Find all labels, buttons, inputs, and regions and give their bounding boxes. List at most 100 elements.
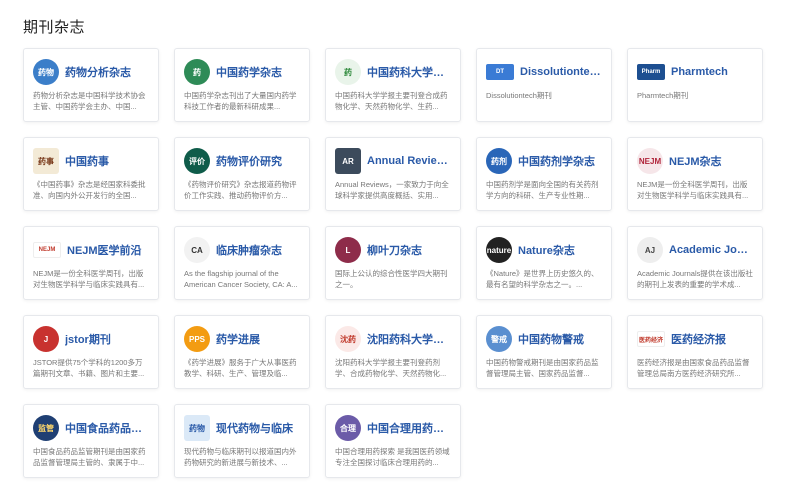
journal-description: 《药学进展》服务于广大从事医药教学、科研、生产、管理及临... [184,358,297,378]
journal-description: 中国药科大学学报主要刊登合成药物化学、天然药物化学、生药... [335,91,448,111]
journal-card[interactable]: AR Annual Reviews... Annual Reviews，一家致力于向… [325,137,461,211]
cpu-emblem-icon: 药 [335,59,361,85]
journal-title[interactable]: 沈阳药科大学学报 [367,331,451,347]
journal-title[interactable]: Academic Journ... [669,244,753,256]
journal-description: 中国食品药品监管期刊是由国家药品监督管理局主管的、隶属于中... [33,447,146,467]
journal-description: 沈阳药科大学学报主要刊登药剂学、合成药物化学、天然药物化... [335,358,447,378]
journal-card-header: 药物 药物分析杂志 [33,58,149,86]
journal-card[interactable]: NEJM NEJM杂志 NEJM是一份全科医学周刊，出版对生物医学科学与临床实践具有… [627,137,763,211]
yaowu-fenxi-logo-icon: 药物 [33,59,59,85]
journal-card[interactable]: 沈药 沈阳药科大学学报沈阳药科大学学报主要刊登药剂学、合成药物化学、天然药物化..… [325,315,461,389]
modern-drugs-logo-icon: 药物 [184,415,210,441]
journal-card[interactable]: 医药经济 医药经济报 医药经济报是由国家食品药品监督管理总局南方医药经济研究所... [627,315,763,389]
journal-card[interactable]: 药物 药物分析杂志 药物分析杂志是中国科学技术协会主管、中国药学会主办、中国... [23,48,159,122]
journal-card-header: Pharm Pharmtech [637,58,753,86]
zhongguo-yaoshi-logo-icon: 药事 [33,148,59,174]
journal-card-header: NEJM NEJM医学前沿 [33,236,149,264]
zhongguo-yaoxue-logo-icon: 药 [184,59,210,85]
journal-title[interactable]: NEJM医学前沿 [67,242,142,258]
journal-description: 现代药物与临床期刊以报道国内外药物研究的新进展与新技术、... [184,447,297,467]
journal-title[interactable]: 药学进展 [216,331,260,347]
nejm-emblem-icon: NEJM [637,148,663,174]
journal-title[interactable]: jstor期刊 [65,331,111,347]
journal-description: 中国药物警戒期刊是由国家药品监督管理局主管、国家药品监督... [486,358,599,378]
journal-card-header: 沈药 沈阳药科大学学报 [335,325,451,353]
journal-card-header: 药事 中国药事 [33,147,149,175]
journal-card[interactable]: PPS 药学进展《药学进展》服务于广大从事医药教学、科研、生产、管理及临... [174,315,310,389]
journal-title[interactable]: 现代药物与临床 [216,420,293,436]
nejm-frontier-logo-icon: NEJM [33,242,61,258]
journal-card[interactable]: NEJM NEJM医学前沿 NEJM是一份全科医学周刊，出版对生物医学科学与临床实践… [23,226,159,300]
journal-card-header: 医药经济 医药经济报 [637,325,753,353]
journal-card[interactable]: 药物 现代药物与临床现代药物与临床期刊以报道国内外药物研究的新进展与新技术、... [174,404,310,478]
journal-card[interactable]: AJ Academic Journ... Academic Journals提供在该… [627,226,763,300]
journal-card[interactable]: 评价 药物评价研究《药物评价研究》杂志报道药物评价工作实践、推动药物评价方... [174,137,310,211]
journal-title[interactable]: NEJM杂志 [669,153,722,169]
journal-title[interactable]: 药物评价研究 [216,153,282,169]
journal-title[interactable]: 中国药科大学学报 [367,64,451,80]
journal-card[interactable]: 合理 中国合理用药探索 中国合理用药探索 是我国医药领域专注全国探讨临床合理用药的.… [325,404,461,478]
journal-description: 《药物评价研究》杂志报道药物评价工作实践、推动药物评价方... [184,180,297,200]
journal-description: 国际上公认的综合性医学四大期刊之一。 [335,269,448,289]
journal-card-header: Jjstor期刊 [33,325,149,353]
journal-card-header: PPS 药学进展 [184,325,300,353]
yaowu-pingjia-logo-icon: 评价 [184,148,210,174]
journal-card[interactable]: Pharm Pharmtech Pharmtech期刊 [627,48,763,122]
journal-title[interactable]: 中国食品药品监管 [65,420,149,436]
journal-card[interactable]: DT Dissolutiontech Dissolutiontech期刊 [476,48,612,122]
journal-card-header: AJ Academic Journ... [637,236,753,264]
journal-card[interactable]: 警戒 中国药物警戒中国药物警戒期刊是由国家药品监督管理局主管、国家药品监督... [476,315,612,389]
journal-grid: 药物 药物分析杂志 药物分析杂志是中国科学技术协会主管、中国药学会主办、中国... 药… [23,48,763,478]
journal-description: 中国药剂学是面向全国的有关药剂学方向的科研、生产专业性期... [486,180,599,200]
journal-description: NEJM是一份全科医学周刊，出版对生物医学科学与临床实践具有... [637,180,749,200]
journal-title[interactable]: 药物分析杂志 [65,64,131,80]
journal-title[interactable]: Dissolutiontech [520,66,602,78]
rational-drug-use-logo-icon: 合理 [335,415,361,441]
journal-title[interactable]: 中国合理用药探索 [367,420,451,436]
journal-description: Annual Reviews，一家致力于向全球科学家提供高度概括、实用... [335,180,449,200]
journal-title[interactable]: 柳叶刀杂志 [367,242,422,258]
journal-title[interactable]: Annual Reviews... [367,155,451,167]
journal-title[interactable]: 临床肿瘤杂志 [216,242,282,258]
journal-title[interactable]: Pharmtech [671,66,728,78]
journal-card[interactable]: 药中国药学杂志中国药学杂志刊出了大量国内药学科技工作者的最新科研成果... [174,48,310,122]
journal-title[interactable]: 中国药剂学杂志 [518,153,595,169]
journal-description: As the flagship journal of the American … [184,269,298,289]
journal-card-header: NEJM NEJM杂志 [637,147,753,175]
journal-card[interactable]: nature Nature杂志《Nature》是世界上历史悠久的、最有名望的科学杂… [476,226,612,300]
journal-description: Academic Journals提供在该出版社的期刊上发表的重要的学术成... [637,269,753,289]
journal-card[interactable]: L 柳叶刀杂志国际上公认的综合性医学四大期刊之一。 [325,226,461,300]
journal-card[interactable]: 药剂 中国药剂学杂志中国药剂学是面向全国的有关药剂学方向的科研、生产专业性期... [476,137,612,211]
journal-card-header: 评价 药物评价研究 [184,147,300,175]
journal-card[interactable]: 药事 中国药事 《中国药事》杂志是经国家科委批准、向国内外公开发行的全国... [23,137,159,211]
annual-reviews-logo-icon: AR [335,148,361,174]
journal-card-header: 药剂 中国药剂学杂志 [486,147,602,175]
journal-title[interactable]: 中国药物警戒 [518,331,584,347]
journal-title[interactable]: 中国药事 [65,153,109,169]
food-drug-regulation-logo-icon: 监管 [33,415,59,441]
journal-card[interactable]: CA 临床肿瘤杂志 As the flagship journal of the A… [174,226,310,300]
journal-card[interactable]: 监管 中国食品药品监管中国食品药品监管期刊是由国家药品监督管理局主管的、隶属于中.… [23,404,159,478]
journal-card-header: AR Annual Reviews... [335,147,451,175]
journal-card-header: CA 临床肿瘤杂志 [184,236,300,264]
cancer-journal-logo-icon: CA [184,237,210,263]
nature-logo-icon: nature [486,237,512,263]
journal-description: 《Nature》是世界上历史悠久的、最有名望的科学杂志之一。... [486,269,599,289]
journal-title[interactable]: Nature杂志 [518,242,575,258]
journal-card[interactable]: 药中国药科大学学报中国药科大学学报主要刊登合成药物化学、天然药物化学、生药... [325,48,461,122]
journal-description: 中国药学杂志刊出了大量国内药学科技工作者的最新科研成果... [184,91,297,111]
lancet-logo-icon: L [335,237,361,263]
journal-title[interactable]: 医药经济报 [671,331,726,347]
journal-description: NEJM是一份全科医学周刊，出版对生物医学科学与临床实践具有... [33,269,145,289]
journal-card-header: 药中国药学杂志 [184,58,300,86]
journal-description: Pharmtech期刊 [637,91,689,100]
journal-card-header: 警戒 中国药物警戒 [486,325,602,353]
academic-journals-logo-icon: AJ [637,237,663,263]
journal-card-header: nature Nature杂志 [486,236,602,264]
journal-card-header: 药中国药科大学学报 [335,58,451,86]
journal-title[interactable]: 中国药学杂志 [216,64,282,80]
yaojixue-logo-icon: 药剂 [486,148,512,174]
journal-card[interactable]: Jjstor期刊 JSTOR提供75个学科的1200多万篇期刊文章、书籍、图片和主… [23,315,159,389]
journal-card-header: 监管 中国食品药品监管 [33,414,149,442]
pharmtech-logo-icon: Pharm [637,64,665,80]
